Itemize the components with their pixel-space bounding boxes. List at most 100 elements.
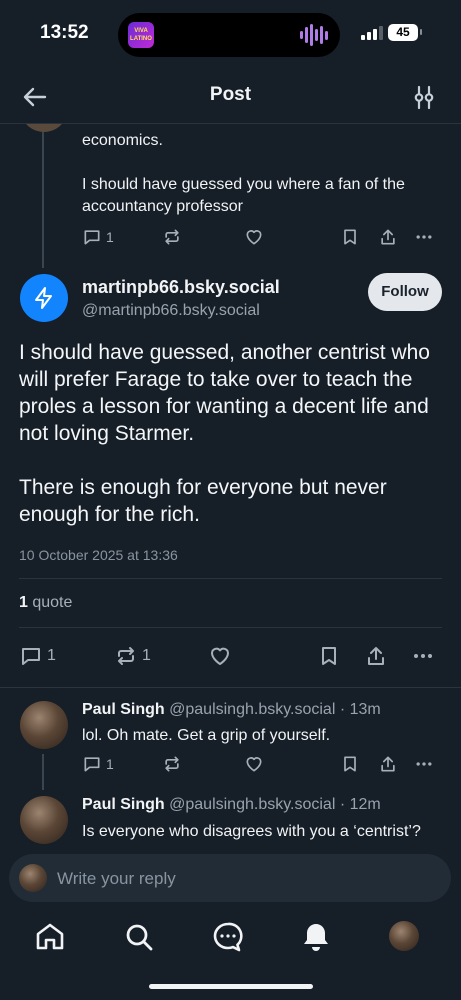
bell-icon [304,924,328,951]
bookmark-button[interactable] [340,227,360,247]
reply-placeholder[interactable]: Write your reply [57,869,176,889]
reply-text: lol. Oh mate. Get a grip of yourself. [82,727,331,744]
page-title: Post [209,84,252,105]
bookmark-button[interactable] [340,754,360,774]
status-time: 13:52 [40,22,89,43]
share-button[interactable] [378,754,398,774]
reply-avatar[interactable] [20,701,68,749]
heart-icon [246,230,262,245]
status-bar: 13:52 VIVA LATINO 45 [0,0,461,70]
more-options-button[interactable] [414,227,434,247]
repost-button[interactable] [162,754,182,774]
author-display-name[interactable]: martinpb66.bsky.social [82,277,280,298]
reply-age: · 13m [339,701,381,718]
reply-author-handle: @paulsingh.bsky.social [169,701,336,718]
reply-author-name: Paul Singh [82,796,165,813]
lightning-icon [35,287,52,309]
bookmark-icon [344,229,356,245]
parent-avatar[interactable] [20,124,68,132]
reply-icon [84,757,100,772]
quote-count-link[interactable]: 1 quote [19,594,72,612]
bookmark-icon [322,647,336,665]
share-icon [368,647,384,665]
thread-settings-button[interactable] [409,82,439,112]
reply-count: 1 [106,229,114,245]
reply-age: · 12m [339,796,381,813]
search-icon [126,924,153,951]
repost-icon [118,647,134,665]
reply-count: 1 [106,756,114,772]
author-handle[interactable]: @martinpb66.bsky.social [82,302,260,320]
parent-post-actions: 1 [82,227,442,253]
reply-header[interactable]: Paul Singh @paulsingh.bsky.social · 12m [82,796,381,814]
tab-profile-avatar[interactable] [389,921,419,951]
bookmark-button[interactable] [317,644,341,668]
post-paragraph: There is enough for everyone but never e… [19,476,387,526]
heart-icon [211,647,229,665]
reply-header[interactable]: Paul Singh @paulsingh.bsky.social · 13m [82,701,381,719]
bottom-tab-bar [0,912,461,972]
post-body: I should have guessed, another centrist … [19,339,439,555]
share-icon [381,229,395,245]
reply-button[interactable]: 1 [19,644,56,668]
more-options-button[interactable] [411,644,435,668]
more-options-button[interactable] [414,754,434,774]
home-indicator [149,984,313,989]
now-playing-thumbnail: VIVA LATINO [128,22,154,48]
share-button[interactable] [364,644,388,668]
reply-actions: 1 [82,754,442,780]
repost-button[interactable]: 1 [114,644,151,668]
post-paragraph: I should have guessed, another centrist … [19,341,430,445]
cellular-signal-icon [361,26,383,40]
bookmark-icon [344,756,356,772]
divider [0,687,461,688]
parent-post-line: economics. [82,132,163,149]
reply-avatar[interactable] [20,796,68,844]
like-button[interactable] [244,227,264,247]
repost-icon [165,229,179,245]
reply-author-handle: @paulsingh.bsky.social [169,796,336,813]
main-post-actions: 1 1 [19,644,441,672]
chat-icon [213,922,243,952]
like-button[interactable] [208,644,232,668]
sliders-icon [414,85,434,110]
tab-notifications[interactable] [299,920,333,954]
tab-chat[interactable] [211,920,245,954]
quote-count: 1 [19,594,28,611]
dynamic-island[interactable]: VIVA LATINO [118,13,340,57]
reply-author-name: Paul Singh [82,701,165,718]
reply-count: 1 [47,647,56,664]
parent-post-text[interactable]: economics. I should have guessed you whe… [82,130,452,240]
reply-icon [84,230,100,245]
current-user-avatar [19,864,47,892]
reply-composer[interactable]: Write your reply [9,854,451,902]
audio-waveform-icon [300,24,328,46]
repost-icon [165,756,179,772]
share-icon [381,756,395,772]
divider [19,627,442,628]
reply-icon [22,648,40,665]
heart-icon [246,757,262,772]
home-icon [36,923,64,950]
post-timestamp: 10 October 2025 at 13:36 [19,547,178,563]
like-button[interactable] [244,754,264,774]
tab-search[interactable] [122,920,156,954]
repost-button[interactable] [162,227,182,247]
post-header: Post [0,70,461,124]
reply-button[interactable]: 1 [82,754,114,774]
divider [19,578,442,579]
parent-post-line: I should have guessed you where a fan of… [82,176,405,215]
more-horizontal-icon [416,762,432,766]
reply-button[interactable]: 1 [82,227,114,247]
thread-content[interactable]: economics. I should have guessed you whe… [0,124,461,852]
more-horizontal-icon [414,654,432,658]
share-button[interactable] [378,227,398,247]
battery-icon: 45 [388,24,422,41]
thread-line [42,754,44,790]
tab-home[interactable] [33,920,67,954]
follow-button[interactable]: Follow [368,273,442,311]
thread-line [42,132,44,268]
reply-text: Is everyone who disagrees with you a ‘ce… [82,823,421,840]
more-horizontal-icon [416,235,432,239]
author-avatar[interactable] [20,274,68,322]
